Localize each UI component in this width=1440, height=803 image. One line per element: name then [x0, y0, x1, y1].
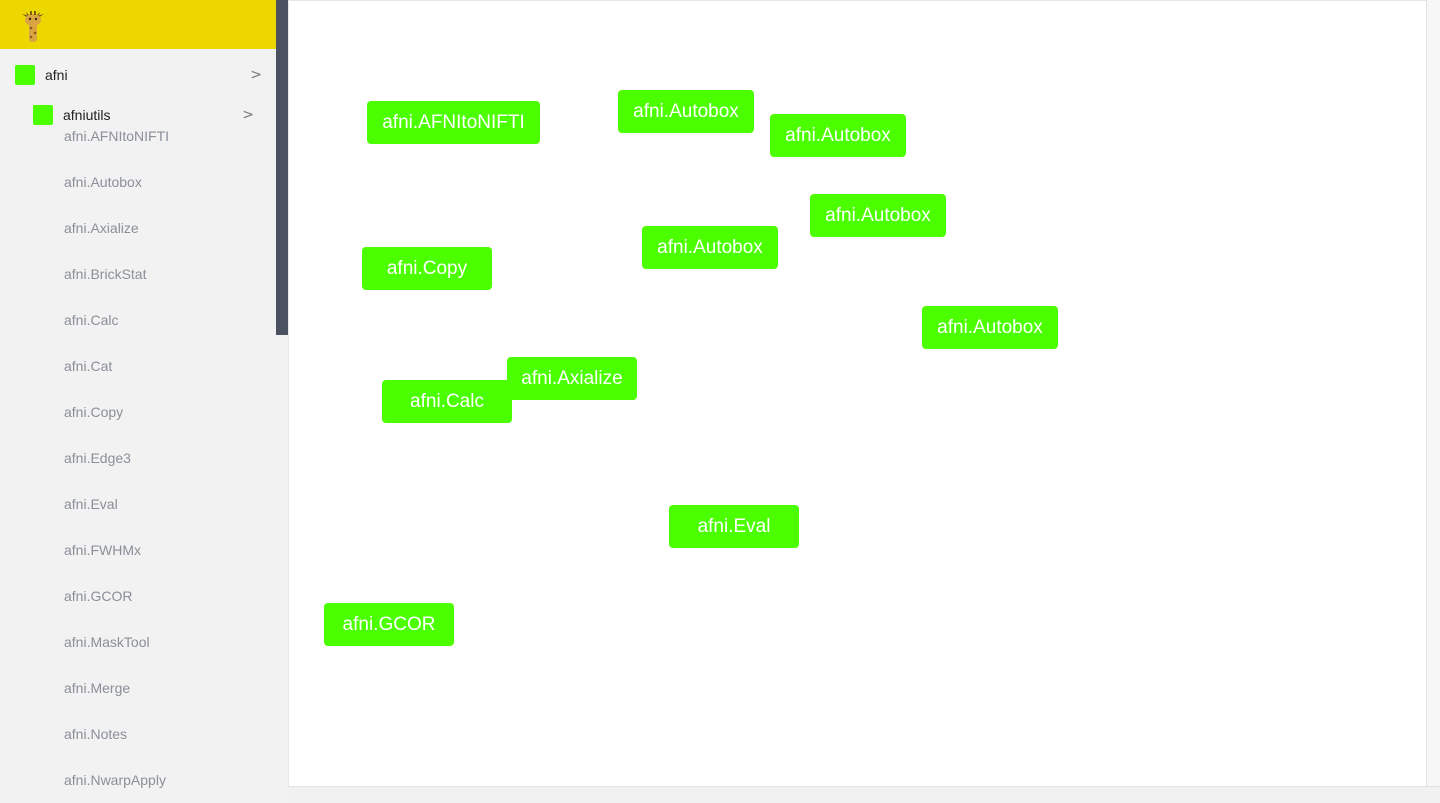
- interface-list-item-label: afni.NwarpApply: [64, 772, 166, 788]
- interface-list-item[interactable]: afni.Eval: [0, 497, 276, 543]
- package-color-swatch: [15, 65, 35, 85]
- interface-list-item[interactable]: afni.GCOR: [0, 589, 276, 635]
- sidebar-header: [0, 0, 276, 49]
- interface-list-item[interactable]: afni.FWHMx: [0, 543, 276, 589]
- interface-list-item[interactable]: afni.BrickStat: [0, 267, 276, 313]
- interface-list-item-label: afni.Cat: [64, 358, 113, 374]
- interface-list-item-label: afni.Edge3: [64, 450, 131, 466]
- interface-list-item-label: afni.Axialize: [64, 220, 139, 236]
- interface-list-item-label: afni.Eval: [64, 496, 118, 512]
- chevron-right-icon[interactable]: >: [250, 67, 262, 83]
- tree-item-afni[interactable]: afni >: [0, 55, 276, 95]
- interface-list-item-label: afni.GCOR: [64, 588, 133, 604]
- interface-list-item-label: afni.Notes: [64, 726, 128, 742]
- interface-list-item-label: afni.FWHMx: [64, 542, 141, 558]
- workflow-node[interactable]: afni.Eval: [669, 505, 799, 548]
- interface-list-item[interactable]: afni.Merge: [0, 681, 276, 727]
- interface-list-item[interactable]: afni.Calc: [0, 313, 276, 359]
- workflow-node[interactable]: afni.AFNItoNIFTI: [367, 101, 540, 144]
- workflow-node[interactable]: afni.Autobox: [618, 90, 754, 133]
- interface-list-item[interactable]: afni.NwarpApply: [0, 773, 276, 803]
- interface-list-item-label: afni.Autobox: [64, 174, 142, 190]
- interface-list-item-label: afni.BrickStat: [64, 266, 147, 282]
- workflow-node[interactable]: afni.Copy: [362, 247, 492, 290]
- interface-list-item[interactable]: afni.MaskTool: [0, 635, 276, 681]
- interface-list-item-label: afni.MaskTool: [64, 634, 150, 650]
- interface-list-item[interactable]: afni.Copy: [0, 405, 276, 451]
- interface-list-item-label: afni.Calc: [64, 312, 119, 328]
- workflow-canvas[interactable]: afni.AFNItoNIFTI afni.Autobox afni.Autobox…: [288, 0, 1426, 786]
- workflow-node[interactable]: afni.Autobox: [810, 194, 946, 237]
- workflow-node[interactable]: afni.Autobox: [922, 306, 1058, 349]
- module-color-swatch: [33, 105, 53, 125]
- sidebar-scrollbar-thumb[interactable]: [276, 0, 288, 335]
- interface-list-item[interactable]: afni.Autobox: [0, 175, 276, 221]
- tree-item-label: afni: [45, 67, 68, 83]
- interface-list: afni.AFNItoNIFTI afni.Autobox afni.Axializ…: [0, 129, 276, 803]
- node-library-sidebar: afni > afniutils > afni.AFNItoNIFTI afni.…: [0, 0, 276, 803]
- canvas-horizontal-scrollbar[interactable]: [288, 786, 1440, 803]
- tree-item-afniutils[interactable]: afniutils >: [0, 95, 276, 135]
- sidebar-scrollbar[interactable]: [276, 0, 288, 803]
- workflow-node[interactable]: afni.Axialize: [507, 357, 637, 400]
- interface-list-item[interactable]: afni.Axialize: [0, 221, 276, 267]
- interface-list-item-label: afni.Merge: [64, 680, 131, 696]
- app-window: afni > afniutils > afni.AFNItoNIFTI afni.…: [0, 0, 1440, 803]
- interface-list-item[interactable]: afni.Notes: [0, 727, 276, 773]
- interface-list-item[interactable]: afni.AFNItoNIFTI: [0, 129, 276, 175]
- workflow-node[interactable]: afni.Autobox: [770, 114, 906, 157]
- interface-list-item-label: afni.Copy: [64, 404, 124, 420]
- tree-item-label: afniutils: [63, 107, 111, 123]
- workflow-node[interactable]: afni.GCOR: [324, 603, 454, 646]
- interface-list-item[interactable]: afni.Cat: [0, 359, 276, 405]
- canvas-vertical-scrollbar[interactable]: [1426, 0, 1440, 786]
- workflow-node[interactable]: afni.Autobox: [642, 226, 778, 269]
- giraffe-logo-icon[interactable]: [16, 8, 50, 44]
- chevron-right-icon[interactable]: >: [242, 107, 254, 123]
- interface-list-item[interactable]: afni.Edge3: [0, 451, 276, 497]
- workflow-node[interactable]: afni.Calc: [382, 380, 512, 423]
